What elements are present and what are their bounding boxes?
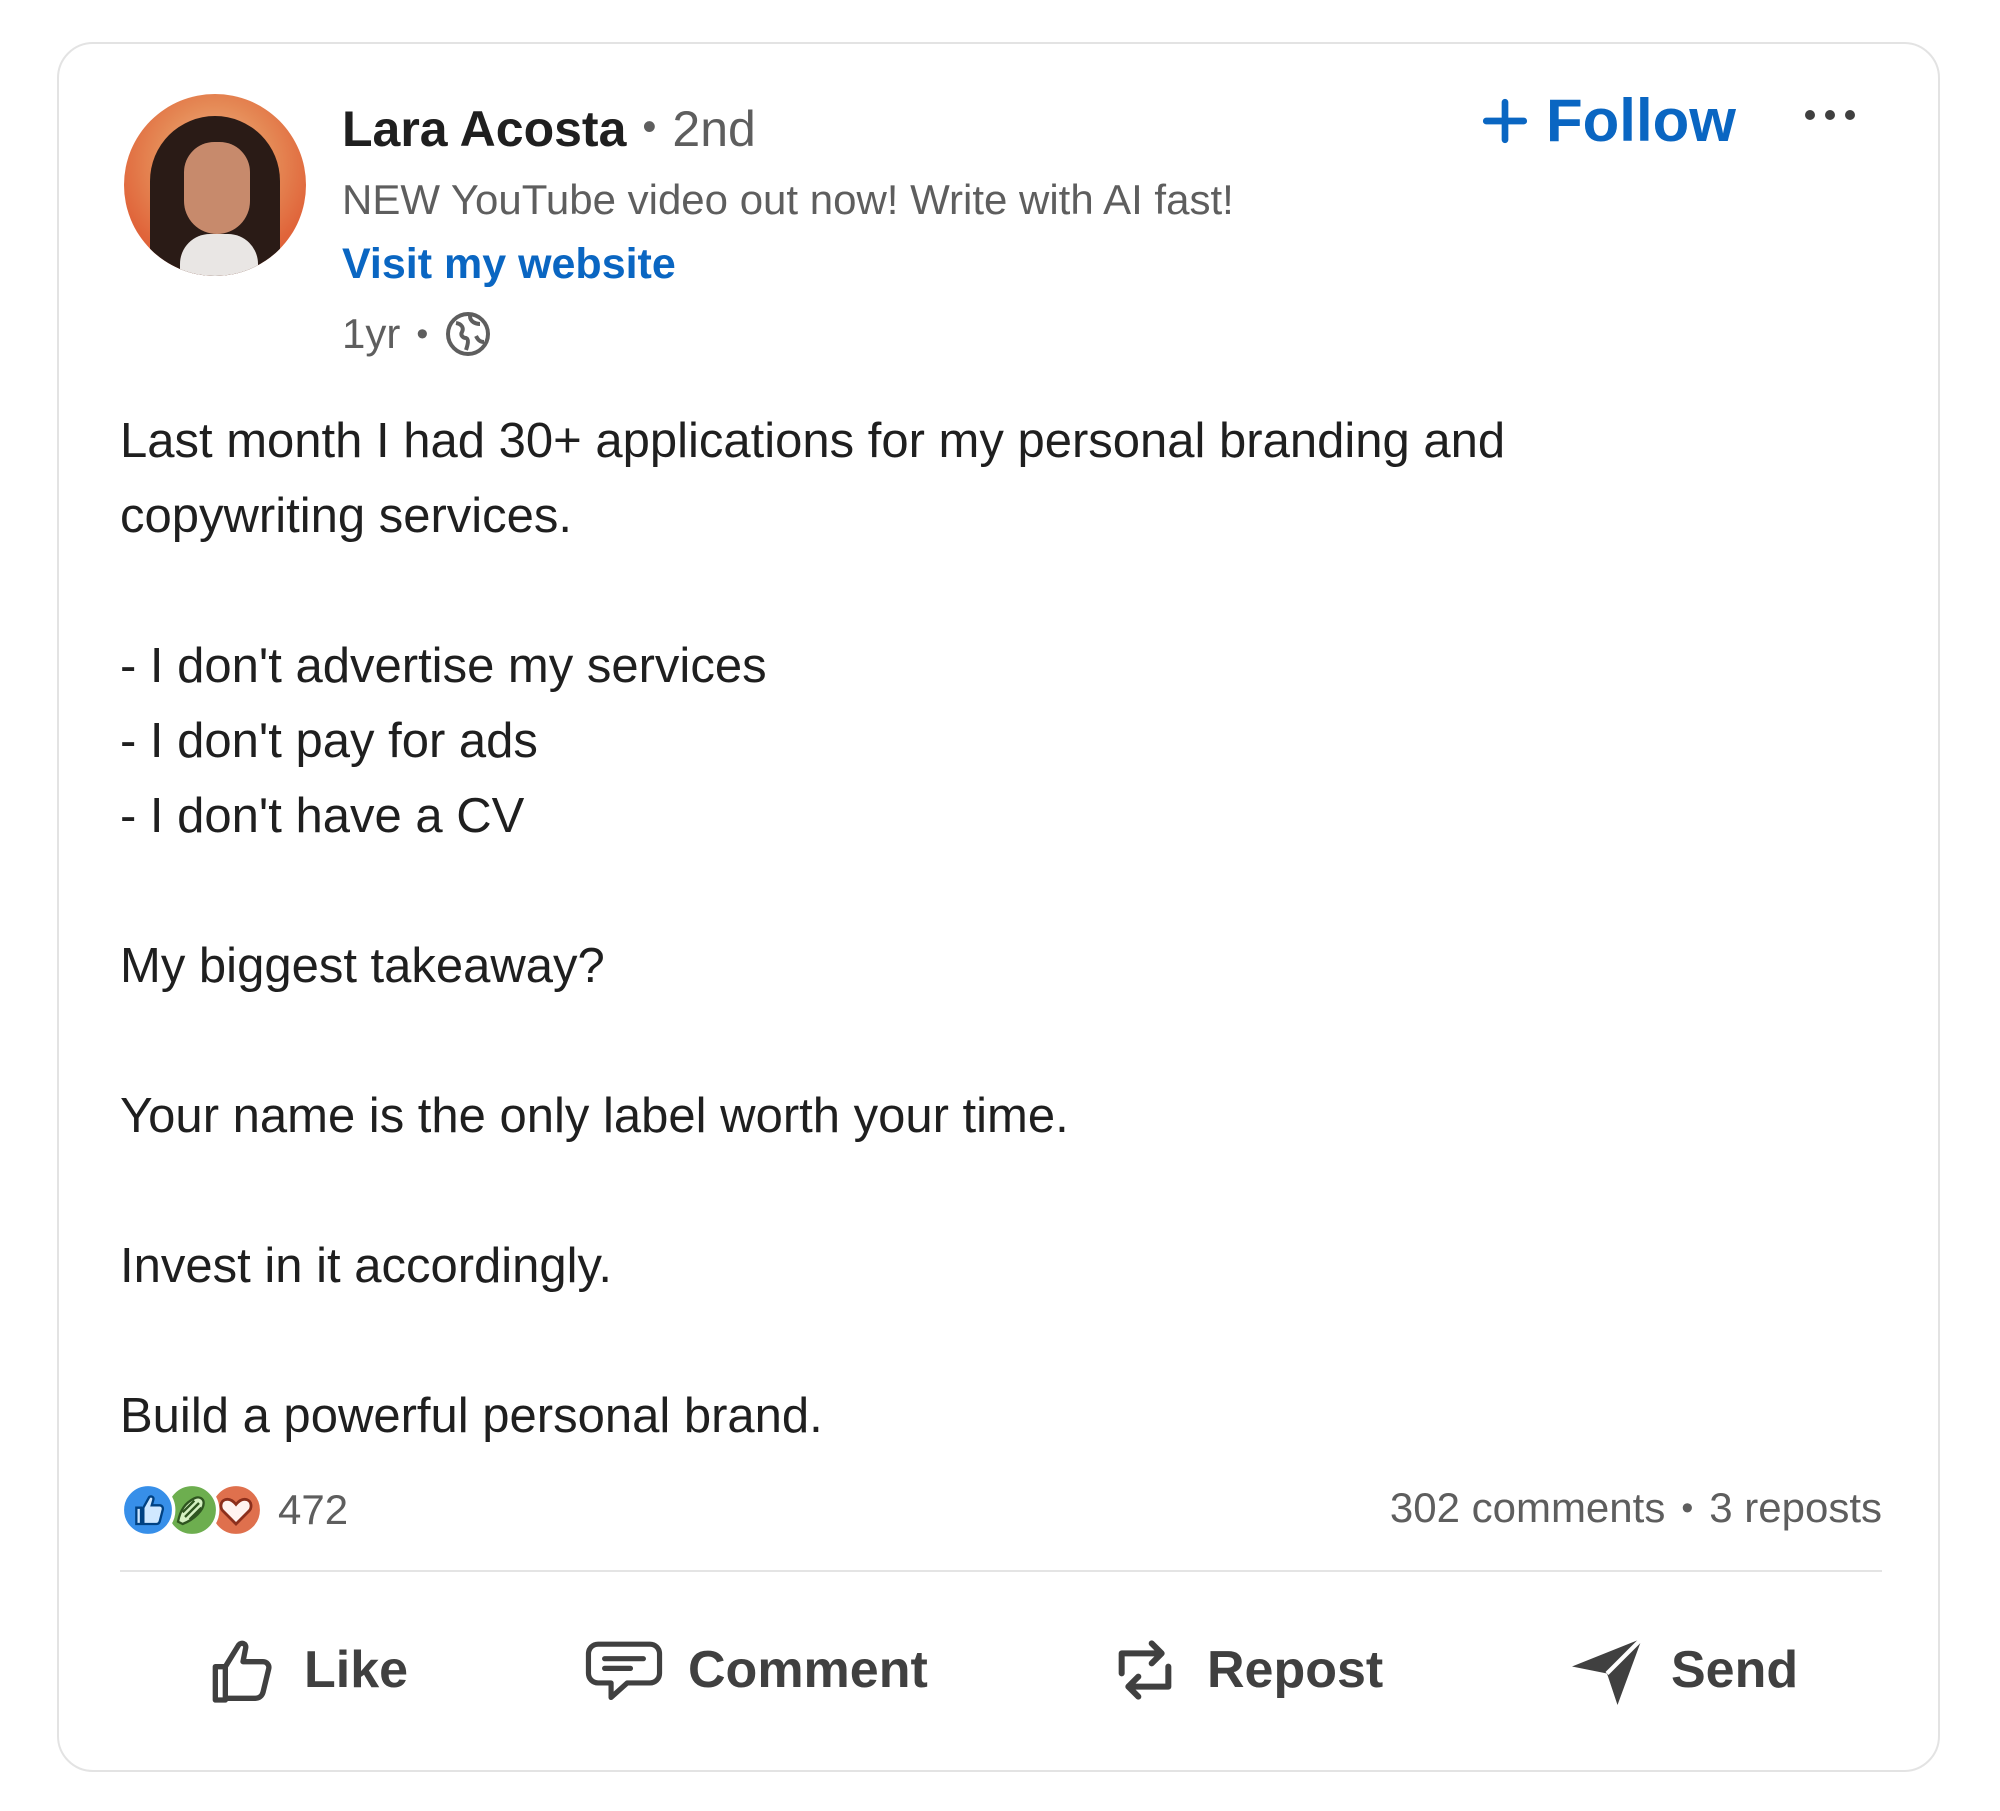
reaction-icons <box>120 1482 270 1538</box>
like-label: Like <box>304 1641 409 1699</box>
repost-button[interactable]: Repost <box>1105 1620 1383 1720</box>
post-meta: 1yr • <box>342 310 492 358</box>
avatar-face <box>184 142 250 234</box>
reposts-count-link[interactable]: 3 reposts <box>1709 1484 1882 1532</box>
comment-icon <box>585 1641 663 1701</box>
visit-website-link[interactable]: Visit my website <box>342 240 676 289</box>
send-label: Send <box>1671 1641 1799 1699</box>
send-button[interactable]: Send <box>1565 1620 1798 1720</box>
engagement-stats: 302 comments • 3 reposts <box>1390 1484 1882 1532</box>
separator-dot: • <box>642 105 657 149</box>
post-body-line: - I don't have a CV <box>120 789 525 843</box>
post-body-line: - I don't advertise my services <box>120 639 767 693</box>
send-icon <box>1572 1637 1644 1705</box>
divider <box>120 1570 1882 1572</box>
separator-dot: • <box>416 314 429 353</box>
repost-label: Repost <box>1207 1641 1384 1699</box>
post-body: Last month I had 30+ applications for my… <box>120 404 1880 1454</box>
reactions-summary[interactable]: 472 <box>120 1482 348 1538</box>
comment-button[interactable]: Comment <box>582 1620 928 1720</box>
like-button[interactable]: Like <box>202 1620 408 1720</box>
follow-button[interactable]: Follow <box>1480 86 1736 155</box>
globe-icon <box>446 312 491 356</box>
reaction-count: 472 <box>278 1486 349 1533</box>
connection-degree: 2nd <box>672 101 756 157</box>
like-reaction-icon <box>120 1482 176 1538</box>
post-body-line: - I don't pay for ads <box>120 714 538 768</box>
plus-icon <box>1482 98 1528 143</box>
more-options-icon[interactable] <box>1800 100 1860 130</box>
separator-dot: • <box>1681 1488 1694 1527</box>
comments-count-link[interactable]: 302 comments <box>1390 1484 1665 1532</box>
post-body-line: copywriting services. <box>120 489 573 543</box>
post-body-line: My biggest takeaway? <box>120 939 605 993</box>
post-actions-bar: Like Comment Repost Send <box>120 1620 1882 1720</box>
avatar-neck <box>180 234 258 276</box>
author-headline: NEW YouTube video out now! Write with AI… <box>342 176 1234 223</box>
post-time: 1yr <box>342 310 401 357</box>
post-body-line: Your name is the only label worth your t… <box>120 1089 1069 1143</box>
follow-label: Follow <box>1546 87 1736 154</box>
repost-icon <box>1118 1640 1172 1700</box>
post-body-line: Build a powerful personal brand. <box>120 1389 823 1443</box>
author-avatar[interactable] <box>124 94 306 276</box>
author-name[interactable]: Lara Acosta <box>342 101 626 157</box>
author-name-line: Lara Acosta • 2nd <box>342 100 756 158</box>
post-body-line: Invest in it accordingly. <box>120 1239 613 1293</box>
thumbs-up-icon <box>212 1640 272 1703</box>
post-body-line: Last month I had 30+ applications for my… <box>120 414 1506 468</box>
comment-label: Comment <box>688 1641 928 1699</box>
